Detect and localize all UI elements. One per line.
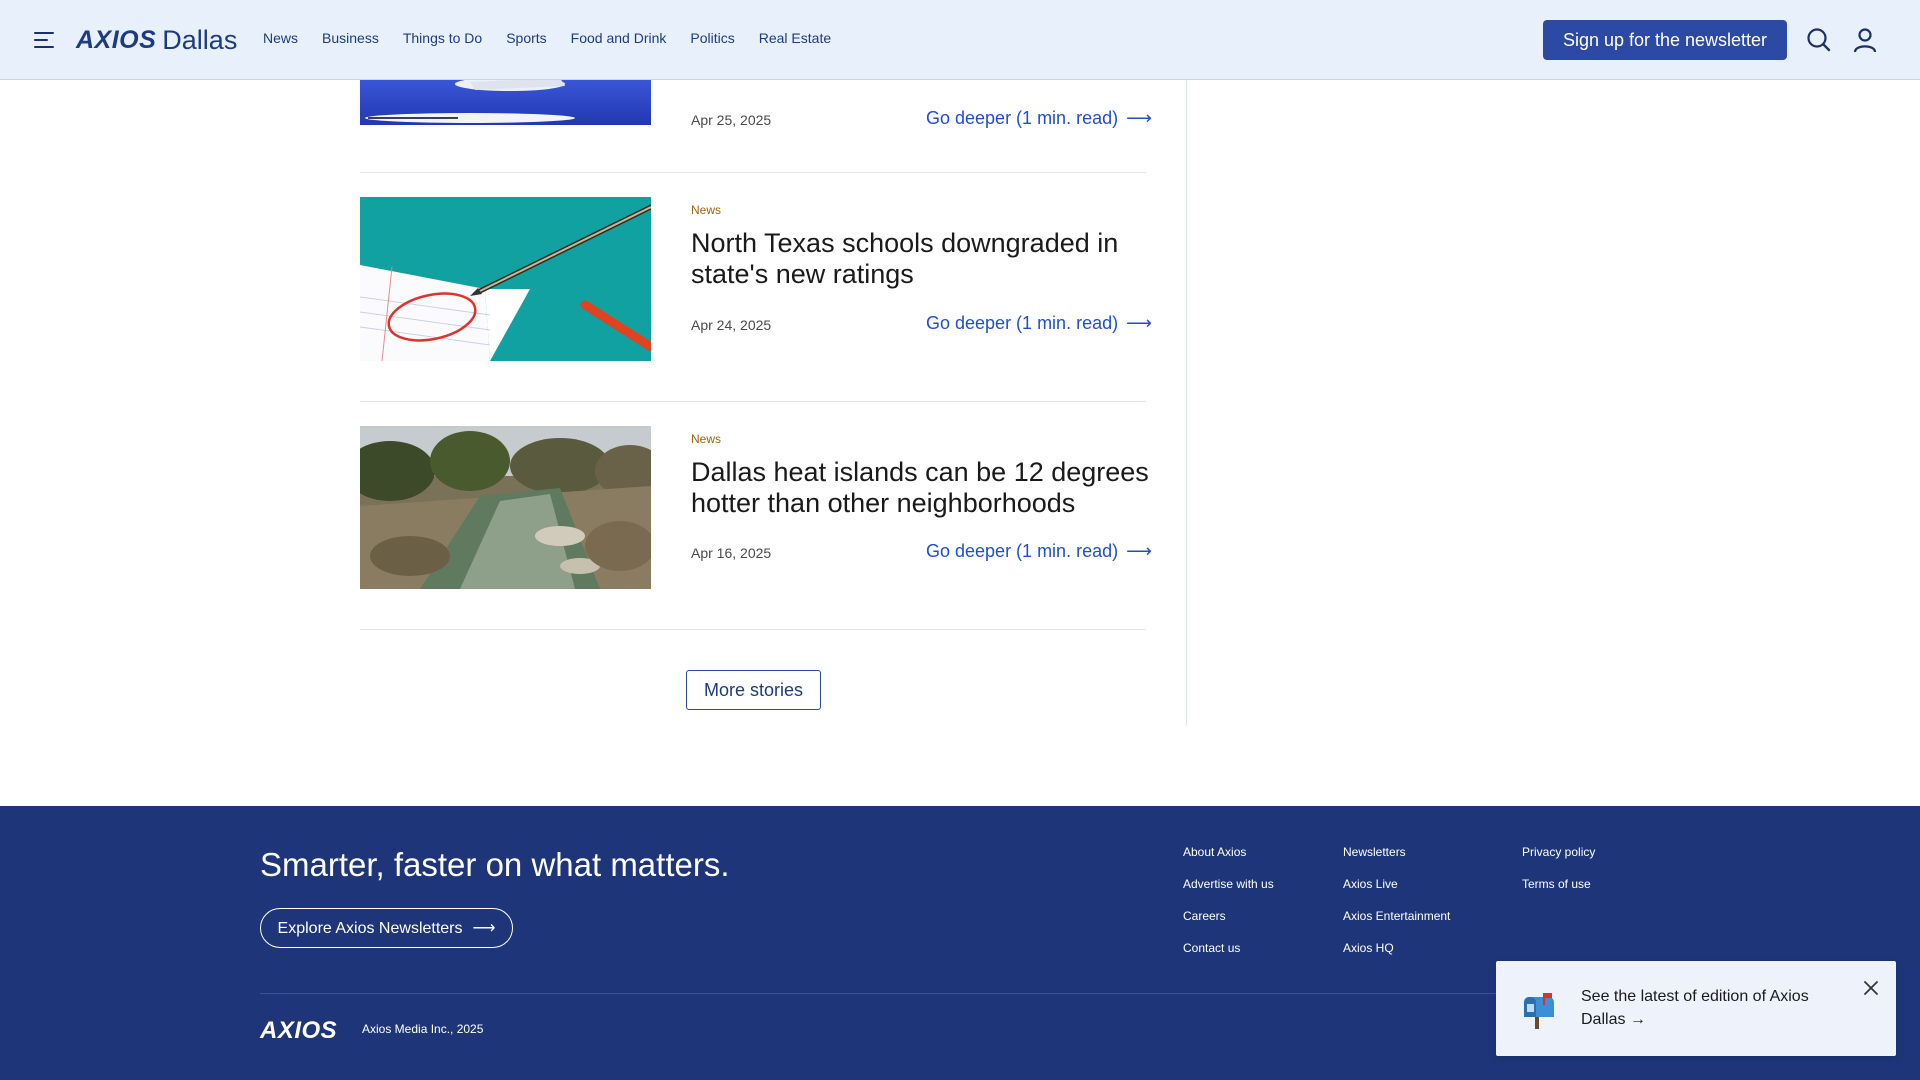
main-nav: News Business Things to Do Sports Food a… xyxy=(263,30,831,46)
toast-message[interactable]: See the latest of edition of Axios Dalla… xyxy=(1581,985,1841,1031)
newsletter-signup-button[interactable]: Sign up for the newsletter xyxy=(1543,20,1787,60)
nav-business[interactable]: Business xyxy=(322,30,379,46)
footer-tagline: Smarter, faster on what matters. xyxy=(260,846,730,883)
footer-link-axios-hq[interactable]: Axios HQ xyxy=(1343,940,1450,972)
footer-link-axios-live[interactable]: Axios Live xyxy=(1343,876,1450,908)
article-date: Apr 16, 2025 xyxy=(691,545,772,561)
footer-link-privacy[interactable]: Privacy policy xyxy=(1522,844,1595,876)
more-stories-button[interactable]: More stories xyxy=(686,670,821,710)
arrow-right-icon: ⟶ xyxy=(1126,108,1152,128)
divider xyxy=(360,401,1146,402)
footer-axios-logo[interactable]: AXIOS xyxy=(260,1017,337,1045)
footer-link-terms[interactable]: Terms of use xyxy=(1522,876,1595,908)
explore-newsletters-button[interactable]: Explore Axios Newsletters ⟶ xyxy=(260,908,513,948)
search-icon[interactable] xyxy=(1805,26,1833,54)
go-deeper-label: Go deeper (1 min. read) xyxy=(926,108,1119,128)
axios-dallas-logo[interactable]: AXIOS Dallas xyxy=(76,23,237,57)
footer-links-products: Newsletters Axios Live Axios Entertainme… xyxy=(1343,844,1450,972)
column-divider xyxy=(1186,80,1187,726)
article-date: Apr 24, 2025 xyxy=(691,317,772,333)
footer-links-company: About Axios Advertise with us Careers Co… xyxy=(1183,844,1274,972)
article-image-airplane[interactable] xyxy=(360,80,651,125)
menu-icon[interactable] xyxy=(34,32,54,48)
go-deeper-link[interactable]: Go deeper (1 min. read) ⟶ xyxy=(926,108,1152,129)
mailbox-icon xyxy=(1524,993,1554,1029)
site-header: AXIOS Dallas News Business Things to Do … xyxy=(0,0,1920,80)
divider xyxy=(360,629,1146,630)
arrow-right-icon: ⟶ xyxy=(1126,313,1152,333)
article-category[interactable]: News xyxy=(691,432,721,446)
nav-politics[interactable]: Politics xyxy=(690,30,734,46)
go-deeper-label: Go deeper (1 min. read) xyxy=(926,541,1119,561)
go-deeper-label: Go deeper (1 min. read) xyxy=(926,313,1119,333)
nav-sports[interactable]: Sports xyxy=(506,30,546,46)
footer-link-newsletters[interactable]: Newsletters xyxy=(1343,844,1450,876)
logo-city: Dallas xyxy=(162,24,238,55)
footer-link-about[interactable]: About Axios xyxy=(1183,844,1274,876)
divider xyxy=(360,172,1146,173)
close-icon[interactable] xyxy=(1862,979,1880,997)
footer-links-legal: Privacy policy Terms of use xyxy=(1522,844,1595,908)
footer-copyright: Axios Media Inc., 2025 xyxy=(362,1022,484,1036)
article-date: Apr 25, 2025 xyxy=(691,112,772,128)
article-image-creek[interactable] xyxy=(360,426,651,589)
article-image-report-card[interactable] xyxy=(360,197,651,361)
article-headline[interactable]: Dallas heat islands can be 12 degrees ho… xyxy=(691,457,1161,519)
footer-link-contact[interactable]: Contact us xyxy=(1183,940,1274,972)
nav-news[interactable]: News xyxy=(263,30,298,46)
explore-newsletters-label: Explore Axios Newsletters xyxy=(277,920,463,937)
article-category[interactable]: News xyxy=(691,203,721,217)
arrow-right-icon: ⟶ xyxy=(1126,541,1152,561)
footer-link-axios-entertainment[interactable]: Axios Entertainment xyxy=(1343,908,1450,940)
arrow-right-icon: ⟶ xyxy=(472,920,496,937)
footer-link-careers[interactable]: Careers xyxy=(1183,908,1274,940)
footer-divider xyxy=(260,993,1660,994)
logo-mark: AXIOS xyxy=(76,25,157,54)
user-icon[interactable] xyxy=(1851,26,1879,54)
go-deeper-link[interactable]: Go deeper (1 min. read) ⟶ xyxy=(926,313,1152,334)
go-deeper-link[interactable]: Go deeper (1 min. read) ⟶ xyxy=(926,541,1152,562)
nav-food-and-drink[interactable]: Food and Drink xyxy=(571,30,667,46)
nav-things-to-do[interactable]: Things to Do xyxy=(403,30,482,46)
footer-link-advertise[interactable]: Advertise with us xyxy=(1183,876,1274,908)
nav-real-estate[interactable]: Real Estate xyxy=(759,30,831,46)
latest-edition-toast: See the latest of edition of Axios Dalla… xyxy=(1496,961,1896,1056)
article-headline[interactable]: North Texas schools downgraded in state'… xyxy=(691,228,1161,290)
